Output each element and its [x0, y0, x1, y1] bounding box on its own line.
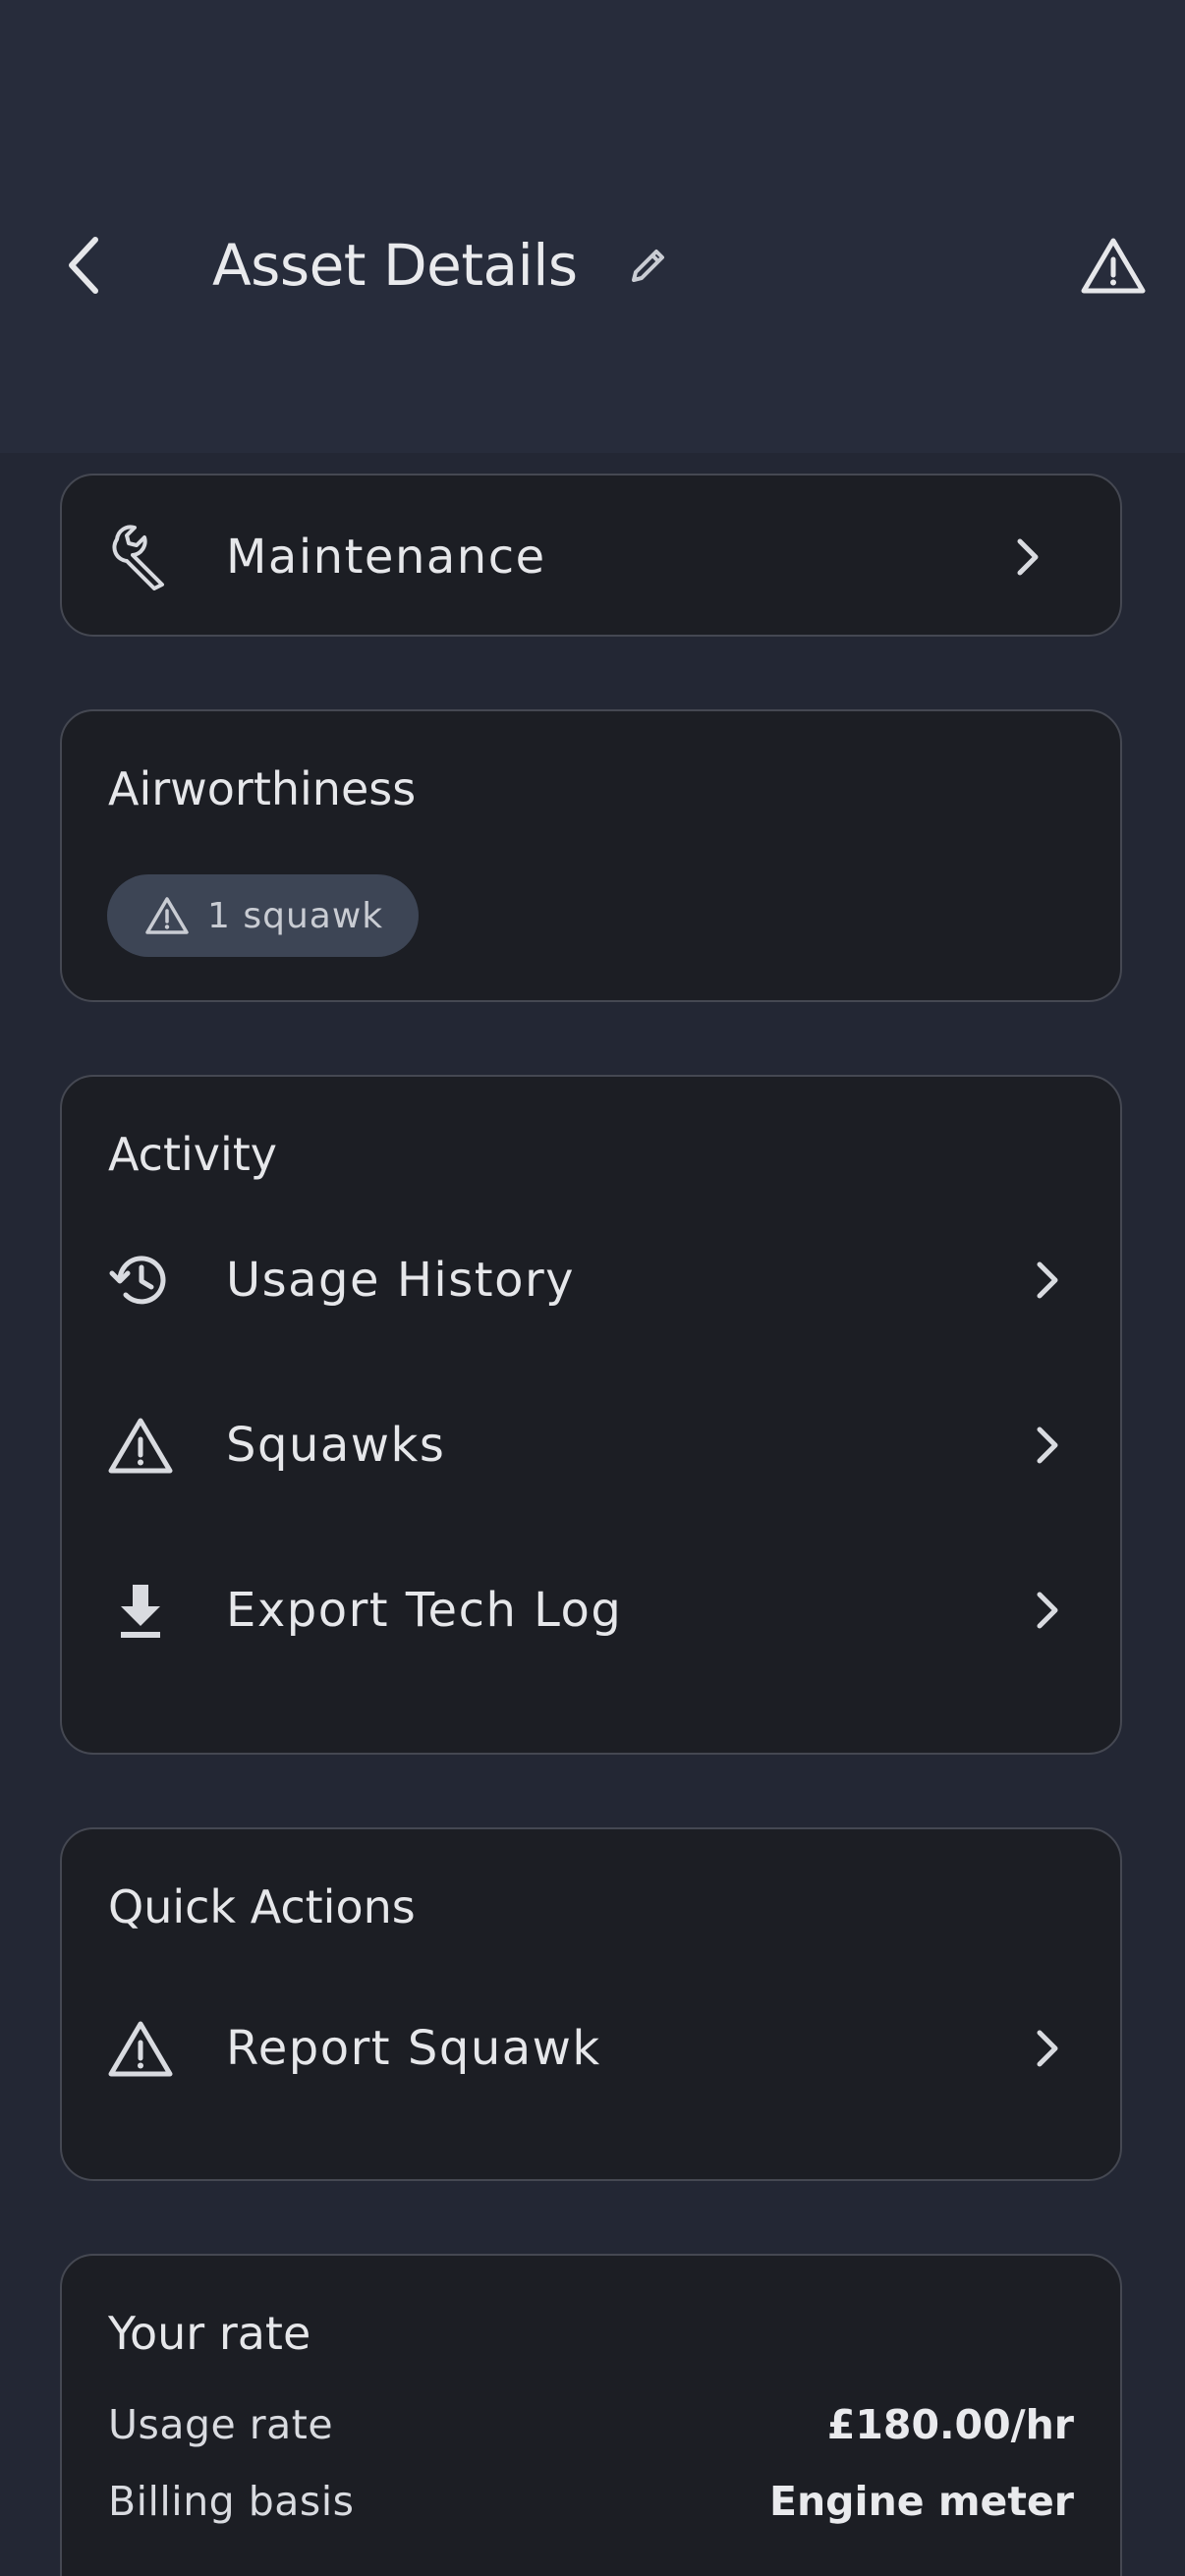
chevron-right-icon: [1022, 1416, 1071, 1475]
page-title: Asset Details: [212, 232, 578, 299]
chevron-right-icon: [1022, 1251, 1071, 1310]
rate-title: Your rate: [108, 2307, 311, 2360]
squawk-alert-button[interactable]: [1071, 226, 1156, 305]
billing-basis-key: Billing basis: [108, 2478, 355, 2525]
chevron-right-icon: [1002, 528, 1051, 587]
content-scroll[interactable]: Maintenance Airworthiness 1 squawk Activ…: [0, 453, 1185, 2576]
airworthiness-card: Airworthiness 1 squawk: [60, 709, 1122, 1002]
wrench-icon: [105, 522, 176, 592]
download-icon: [105, 1575, 176, 1646]
usage-rate-key: Usage rate: [108, 2401, 334, 2448]
quick-actions-card: Quick Actions Report Squawk: [60, 1827, 1122, 2181]
billing-basis-row: Billing basis Engine meter: [108, 2472, 1074, 2531]
maintenance-card[interactable]: Maintenance: [60, 474, 1122, 637]
usage-rate-value: £180.00/hr: [826, 2401, 1074, 2448]
squawks-label: Squawks: [226, 1418, 446, 1473]
usage-rate-row: Usage rate £180.00/hr: [108, 2395, 1074, 2454]
maintenance-label: Maintenance: [226, 530, 546, 585]
airworthiness-title: Airworthiness: [108, 762, 417, 815]
export-tech-log-label: Export Tech Log: [226, 1583, 623, 1638]
warning-icon: [1081, 238, 1146, 294]
back-button[interactable]: [54, 226, 113, 305]
report-squawk-label: Report Squawk: [226, 2021, 601, 2076]
export-tech-log-row[interactable]: Export Tech Log: [62, 1537, 1120, 1684]
warning-icon: [105, 2013, 176, 2084]
squawk-count-label: 1 squawk: [207, 895, 384, 936]
app-header: Asset Details: [0, 0, 1185, 453]
usage-history-row[interactable]: Usage History: [62, 1206, 1120, 1354]
maintenance-row[interactable]: Maintenance: [62, 483, 1120, 631]
squawks-row[interactable]: Squawks: [62, 1372, 1120, 1519]
report-squawk-row[interactable]: Report Squawk: [62, 1975, 1120, 2122]
history-icon: [105, 1245, 176, 1316]
chevron-left-icon: [69, 237, 98, 294]
chevron-right-icon: [1022, 1581, 1071, 1640]
activity-title: Activity: [108, 1128, 278, 1181]
quick-actions-title: Quick Actions: [108, 1880, 416, 1933]
billing-basis-value: Engine meter: [768, 2478, 1074, 2525]
rate-card: Your rate Usage rate £180.00/hr Billing …: [60, 2254, 1122, 2576]
edit-button[interactable]: [619, 236, 678, 295]
pencil-icon: [632, 250, 664, 282]
squawk-count-chip[interactable]: 1 squawk: [107, 874, 420, 957]
warning-icon: [142, 891, 192, 940]
warning-icon: [105, 1410, 176, 1481]
activity-card: Activity Usage History Squawks Export Te…: [60, 1075, 1122, 1755]
usage-history-label: Usage History: [226, 1253, 576, 1308]
chevron-right-icon: [1022, 2019, 1071, 2078]
